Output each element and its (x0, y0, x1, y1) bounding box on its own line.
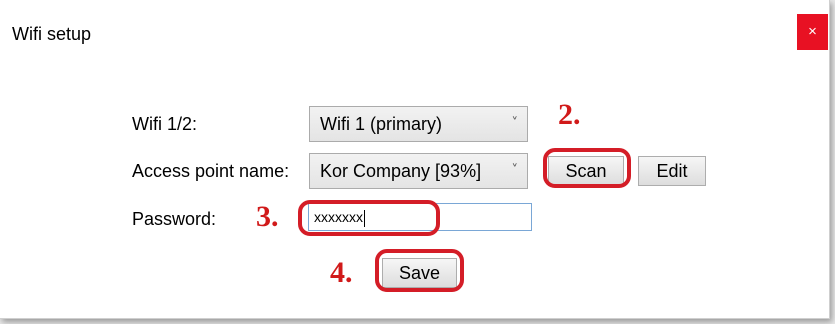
access-point-label: Access point name: (132, 161, 290, 181)
wifi-select[interactable]: Wifi 1 (primary) ˅ (309, 106, 528, 142)
password-value: xxxxxxx (314, 209, 363, 225)
access-point-select-value: Kor Company [93%] (320, 161, 482, 181)
save-button[interactable]: Save (382, 258, 457, 288)
chevron-down-icon: ˅ (511, 116, 519, 131)
step-3-annotation: 3. (256, 200, 279, 233)
close-button[interactable]: × (797, 14, 828, 50)
wifi-setup-dialog: Wifi setup × Wifi 1/2: Wifi 1 (primary) … (0, 0, 830, 319)
edit-button[interactable]: Edit (638, 156, 706, 186)
step-2-annotation: 2. (558, 98, 581, 131)
text-caret (364, 209, 365, 227)
window-title: Wifi setup (12, 24, 92, 44)
scan-button[interactable]: Scan (548, 156, 624, 186)
password-label: Password: (132, 209, 217, 229)
access-point-select[interactable]: Kor Company [93%] ˅ (309, 153, 528, 189)
wifi-select-label: Wifi 1/2: (132, 114, 198, 134)
password-field[interactable]: xxxxxxx (308, 203, 532, 231)
step-4-annotation: 4. (330, 256, 353, 289)
chevron-down-icon: ˅ (511, 163, 519, 178)
wifi-select-value: Wifi 1 (primary) (320, 114, 442, 134)
close-icon: × (808, 23, 817, 40)
